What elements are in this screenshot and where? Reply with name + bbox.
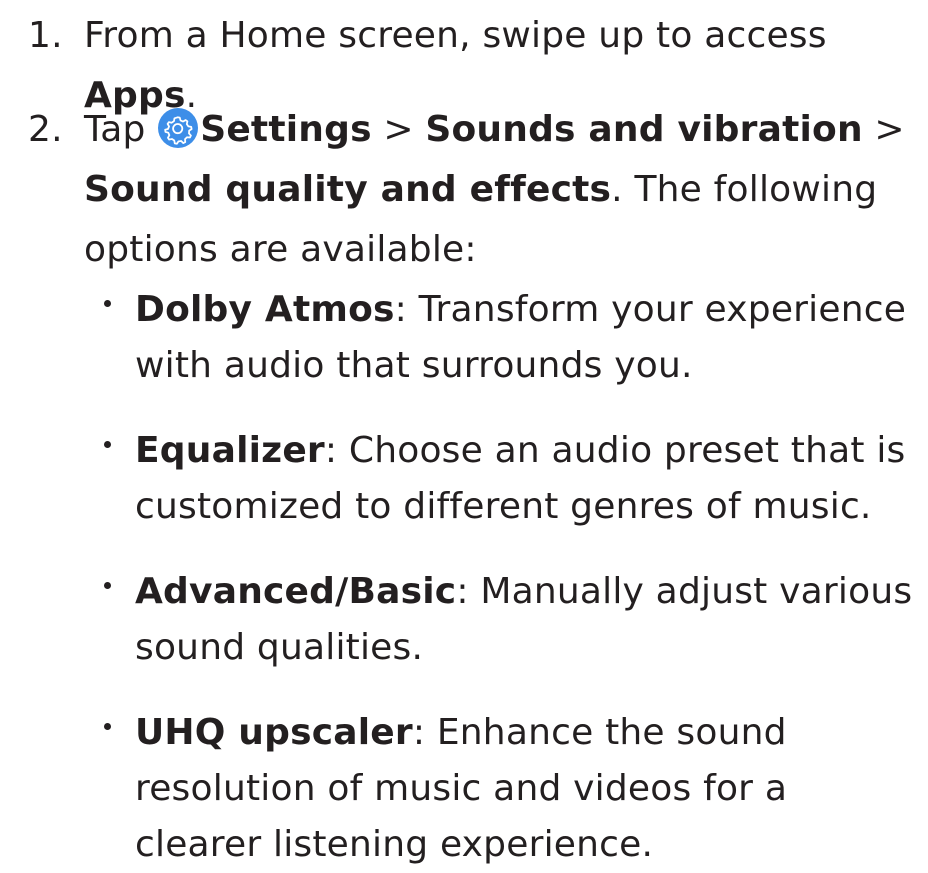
option-term: Advanced/Basic: [135, 571, 457, 612]
bullet-icon: [104, 300, 111, 307]
step-number: 1.: [28, 15, 63, 56]
settings-label: Settings: [200, 109, 372, 150]
step-text-part: From a Home screen, swipe up to access: [84, 15, 827, 56]
step-text: Tap Settings > Sounds and vibration > So…: [84, 100, 924, 280]
list-item-text: Dolby Atmos: Transform your experience w…: [135, 282, 924, 394]
step-text-part: Tap: [84, 109, 158, 150]
sounds-and-vibration-label: Sounds and vibration: [425, 109, 863, 150]
list-item-text: Advanced/Basic: Manually adjust various …: [135, 564, 924, 676]
list-item-text: Equalizer: Choose an audio preset that i…: [135, 423, 924, 535]
separator: >: [371, 109, 426, 150]
separator: >: [862, 109, 905, 150]
option-term: Dolby Atmos: [135, 289, 395, 330]
option-term: Equalizer: [135, 430, 325, 471]
bullet-icon: [104, 582, 111, 589]
option-term: UHQ upscaler: [135, 712, 413, 753]
step-number: 2.: [28, 109, 63, 150]
list-item-text: UHQ upscaler: Enhance the sound resoluti…: [135, 705, 924, 873]
sound-quality-label: Sound quality and effects: [84, 169, 612, 210]
settings-gear-icon: [158, 108, 199, 148]
bullet-icon: [104, 441, 111, 448]
bullet-icon: [104, 723, 111, 730]
